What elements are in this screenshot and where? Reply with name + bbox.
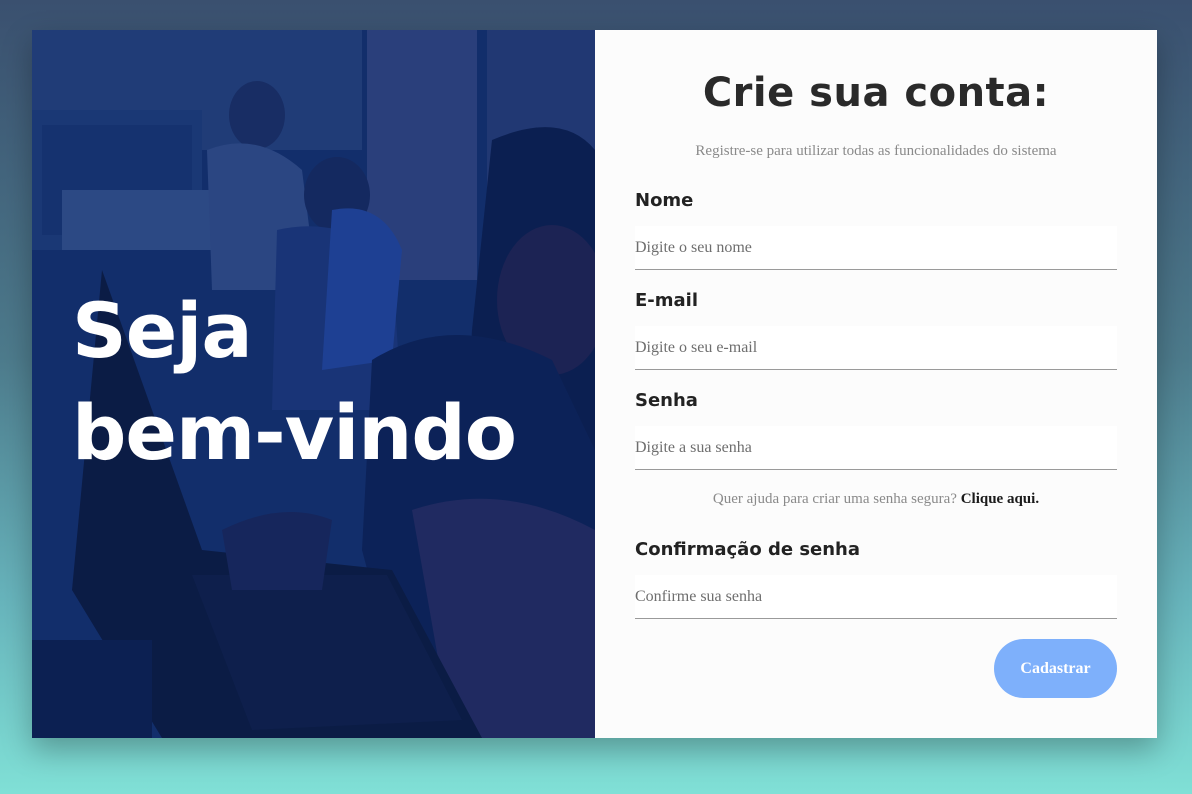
welcome-panel: Seja bem-vindo <box>32 30 595 738</box>
password-help-link[interactable]: Clique aqui. <box>961 491 1039 507</box>
confirm-password-input[interactable] <box>635 575 1117 619</box>
welcome-heading: Seja bem-vindo <box>72 280 517 484</box>
password-help: Quer ajuda para criar uma senha segura? … <box>595 491 1157 508</box>
form-subtitle: Registre-se para utilizar todas as funci… <box>695 143 1057 159</box>
password-help-text: Quer ajuda para criar uma senha segura? <box>712 491 957 507</box>
welcome-line-1: Seja <box>72 286 253 375</box>
password-input[interactable] <box>635 426 1117 470</box>
name-label: Nome <box>635 190 694 211</box>
confirm-password-label: Confirmação de senha <box>635 539 861 560</box>
register-button[interactable]: Cadastrar <box>994 639 1117 698</box>
name-input[interactable] <box>635 226 1117 270</box>
email-input[interactable] <box>635 326 1117 370</box>
signup-form: Crie sua conta: Registre-se para utiliza… <box>595 30 1157 738</box>
password-label: Senha <box>635 390 698 411</box>
welcome-line-2: bem-vindo <box>72 388 517 477</box>
email-label: E-mail <box>635 290 699 311</box>
signup-card: Seja bem-vindo Crie sua conta: Registre-… <box>32 30 1157 738</box>
form-title: Crie sua conta: <box>702 70 1050 116</box>
